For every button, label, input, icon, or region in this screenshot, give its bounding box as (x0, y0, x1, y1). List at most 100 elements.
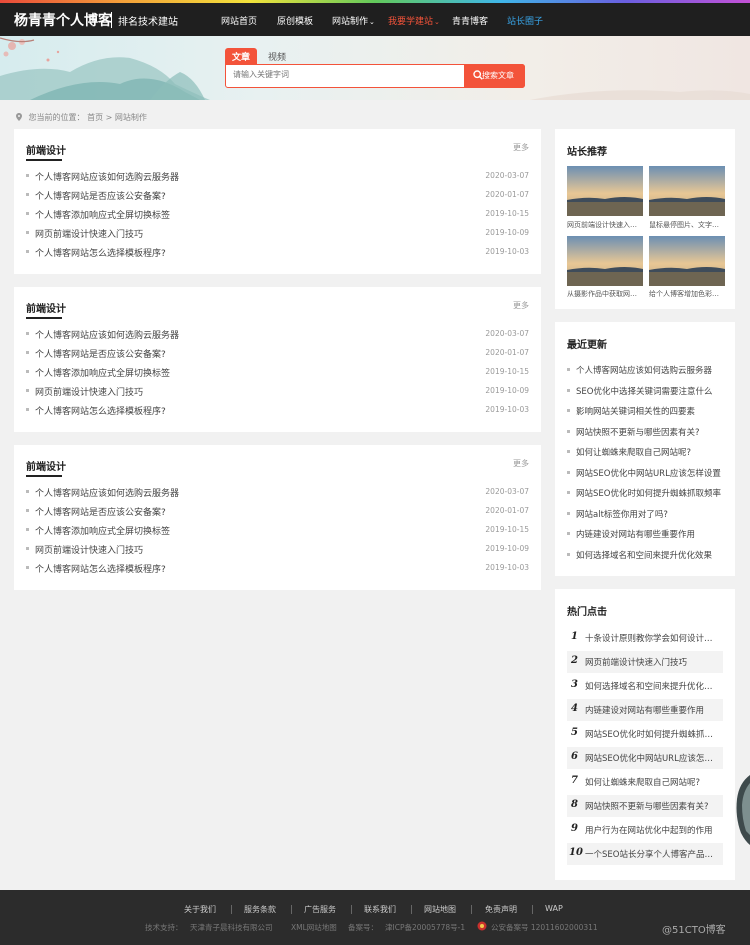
article-title[interactable]: 个人博客网站应该如何选购云服务器 (35, 328, 179, 341)
list-item[interactable]: 个人博客添加响应式全屏切换标签 2019-10-15 (26, 206, 529, 222)
article-title[interactable]: 个人博客网站怎么选择模板程序? (35, 562, 166, 575)
footer-link-wap[interactable]: WAP (545, 904, 563, 913)
list-item[interactable]: 如何选择域名和空间来提升优化效果 (567, 547, 725, 563)
more-link[interactable]: 更多 (513, 142, 529, 153)
article-title[interactable]: 网站SEO优化时如何提升蜘蛛抓取频率 (576, 487, 725, 499)
article-title[interactable]: 十条设计原则教你学会如何设计网页 (585, 632, 719, 644)
article-title[interactable]: 用户行为在网站优化中起到的作用 (585, 824, 719, 836)
list-item[interactable]: 6 网站SEO优化中网站URL应该怎样设置 (567, 747, 723, 769)
footer-police-record[interactable]: 公安备案号 12011602000311 (491, 922, 598, 933)
article-title[interactable]: 网站SEO优化时如何提升蜘蛛抓取频率 (585, 728, 719, 740)
list-item[interactable]: 4 内链建设对网站有哪些重要作用 (567, 699, 723, 721)
list-item[interactable]: 个人博客网站是否应该公安备案? 2020-01-07 (26, 503, 529, 519)
thumbnail-image[interactable] (567, 166, 643, 216)
article-title[interactable]: 网页前端设计快速入门技巧 (585, 656, 719, 668)
article-title[interactable]: 个人博客添加响应式全屏切换标签 (35, 208, 170, 221)
list-item[interactable]: 3 如何选择域名和空间来提升优化效果 (567, 675, 723, 697)
list-item[interactable]: 个人博客网站应该如何选购云服务器 2020-03-07 (26, 484, 529, 500)
breadcrumb-current[interactable]: 网站制作 (115, 113, 147, 122)
list-item[interactable]: 5 网站SEO优化时如何提升蜘蛛抓取频率 (567, 723, 723, 745)
article-title[interactable]: 个人博客网站是否应该公安备案? (35, 505, 166, 518)
list-item[interactable]: SEO优化中选择关键词需要注意什么 (567, 383, 725, 399)
article-title[interactable]: SEO优化中选择关键词需要注意什么 (576, 385, 725, 397)
article-title[interactable]: 个人博客网站应该如何选购云服务器 (35, 170, 179, 183)
list-item[interactable]: 个人博客网站应该如何选购云服务器 (567, 362, 725, 378)
breadcrumb-home[interactable]: 首页 (87, 113, 103, 122)
list-item[interactable]: 7 如何让蜘蛛来爬取自己网站呢? (567, 771, 723, 793)
tab-video[interactable]: 视频 (261, 48, 293, 64)
list-item[interactable]: 个人博客添加响应式全屏切换标签 2019-10-15 (26, 522, 529, 538)
article-title[interactable]: 网站SEO优化中网站URL应该怎样设置 (576, 467, 725, 479)
nav-item-web-production[interactable]: 网站制作⌄ (332, 14, 375, 27)
footer-xml-sitemap[interactable]: XML网站地图 (291, 922, 337, 933)
list-item[interactable]: 影响网站关键词相关性的四要素 (567, 403, 725, 419)
list-item[interactable]: 9 用户行为在网站优化中起到的作用 (567, 819, 723, 841)
article-title[interactable]: 个人博客网站应该如何选购云服务器 (35, 486, 179, 499)
article-title[interactable]: 个人博客网站怎么选择模板程序? (35, 246, 166, 259)
thumbnail-caption[interactable]: 给个人博客增加色彩搭配 (649, 289, 725, 299)
list-item[interactable]: 1 十条设计原则教你学会如何设计网页 (567, 627, 723, 649)
article-title[interactable]: 如何选择域名和空间来提升优化效果 (576, 549, 725, 561)
footer-company-link[interactable]: 天津青子晨科技有限公司 (190, 922, 273, 933)
footer-link-about[interactable]: 关于我们 (184, 904, 216, 915)
more-link[interactable]: 更多 (513, 300, 529, 311)
article-title[interactable]: 内链建设对网站有哪些重要作用 (585, 704, 719, 716)
list-item[interactable]: 个人博客网站应该如何选购云服务器 2020-03-07 (26, 326, 529, 342)
thumbnail-caption[interactable]: 从摄影作品中获取网页配色 (567, 289, 643, 299)
article-title[interactable]: 如何选择域名和空间来提升优化效果 (585, 680, 719, 692)
nav-item-home[interactable]: 网站首页 (221, 14, 257, 27)
article-title[interactable]: 网页前端设计快速入门技巧 (35, 543, 143, 556)
thumbnail-caption[interactable]: 网页前端设计快速入门技巧 (567, 220, 643, 230)
article-title[interactable]: 个人博客网站应该如何选购云服务器 (576, 364, 725, 376)
list-item[interactable]: 网站SEO优化时如何提升蜘蛛抓取频率 (567, 485, 725, 501)
list-item[interactable]: 个人博客添加响应式全屏切换标签 2019-10-15 (26, 364, 529, 380)
article-title[interactable]: 个人博客添加响应式全屏切换标签 (35, 366, 170, 379)
article-title[interactable]: 如何让蜘蛛来爬取自己网站呢? (576, 446, 725, 458)
thumbnail-image[interactable] (567, 236, 643, 286)
article-title[interactable]: 网站快照不更新与哪些因素有关? (585, 800, 719, 812)
more-link[interactable]: 更多 (513, 458, 529, 469)
article-title[interactable]: 内链建设对网站有哪些重要作用 (576, 528, 725, 540)
article-title[interactable]: 网站SEO优化中网站URL应该怎样设置 (585, 752, 719, 764)
article-title[interactable]: 个人博客网站怎么选择模板程序? (35, 404, 166, 417)
list-item[interactable]: 个人博客网站怎么选择模板程序? 2019-10-03 (26, 244, 529, 260)
article-title[interactable]: 个人博客添加响应式全屏切换标签 (35, 524, 170, 537)
list-item[interactable]: 如何让蜘蛛来爬取自己网站呢? (567, 444, 725, 460)
thumbnail-image[interactable] (649, 166, 725, 216)
nav-item-blog[interactable]: 青青博客 (452, 14, 488, 27)
footer-link-contact[interactable]: 联系我们 (364, 904, 396, 915)
site-logo[interactable]: 杨青青个人博客 (14, 10, 112, 30)
footer-link-sitemap[interactable]: 网站地图 (424, 904, 456, 915)
article-title[interactable]: 个人博客网站是否应该公安备案? (35, 347, 166, 360)
footer-link-disclaimer[interactable]: 免责声明 (485, 904, 517, 915)
article-title[interactable]: 如何让蜘蛛来爬取自己网站呢? (585, 776, 719, 788)
list-item[interactable]: 个人博客网站怎么选择模板程序? 2019-10-03 (26, 560, 529, 576)
list-item[interactable]: 2 网页前端设计快速入门技巧 (567, 651, 723, 673)
article-title[interactable]: 网页前端设计快速入门技巧 (35, 385, 143, 398)
article-title[interactable]: 影响网站关键词相关性的四要素 (576, 405, 725, 417)
list-item[interactable]: 个人博客网站怎么选择模板程序? 2019-10-03 (26, 402, 529, 418)
list-item[interactable]: 内链建设对网站有哪些重要作用 (567, 526, 725, 542)
list-item[interactable]: 网页前端设计快速入门技巧 2019-10-09 (26, 383, 529, 399)
list-item[interactable]: 个人博客网站应该如何选购云服务器 2020-03-07 (26, 168, 529, 184)
list-item[interactable]: 网站alt标签你用对了吗? (567, 506, 725, 522)
nav-item-learn-build[interactable]: 我要学建站⌄ (388, 14, 440, 27)
list-item[interactable]: 8 网站快照不更新与哪些因素有关? (567, 795, 723, 817)
tab-article[interactable]: 文章 (225, 48, 258, 64)
thumbnail-image[interactable] (649, 236, 725, 286)
list-item[interactable]: 网站快照不更新与哪些因素有关? (567, 424, 725, 440)
footer-link-ads[interactable]: 广告服务 (304, 904, 336, 915)
footer-link-terms[interactable]: 服务条款 (244, 904, 276, 915)
nav-item-templates[interactable]: 原创模板 (277, 14, 313, 27)
article-title[interactable]: 网站alt标签你用对了吗? (576, 508, 725, 520)
list-item[interactable]: 个人博客网站是否应该公安备案? 2020-01-07 (26, 345, 529, 361)
article-title[interactable]: 一个SEO站长分享个人博客产品的思路 (585, 848, 719, 860)
article-title[interactable]: 个人博客网站是否应该公安备案? (35, 189, 166, 202)
article-title[interactable]: 网页前端设计快速入门技巧 (35, 227, 143, 240)
list-item[interactable]: 10 一个SEO站长分享个人博客产品的思路 (567, 843, 723, 865)
search-button[interactable]: 搜索文章 (464, 64, 525, 88)
list-item[interactable]: 个人博客网站是否应该公安备案? 2020-01-07 (26, 187, 529, 203)
article-title[interactable]: 网站快照不更新与哪些因素有关? (576, 426, 725, 438)
list-item[interactable]: 网页前端设计快速入门技巧 2019-10-09 (26, 225, 529, 241)
thumbnail-caption[interactable]: 鼠标悬停图片、文字动画效果 (649, 220, 725, 230)
